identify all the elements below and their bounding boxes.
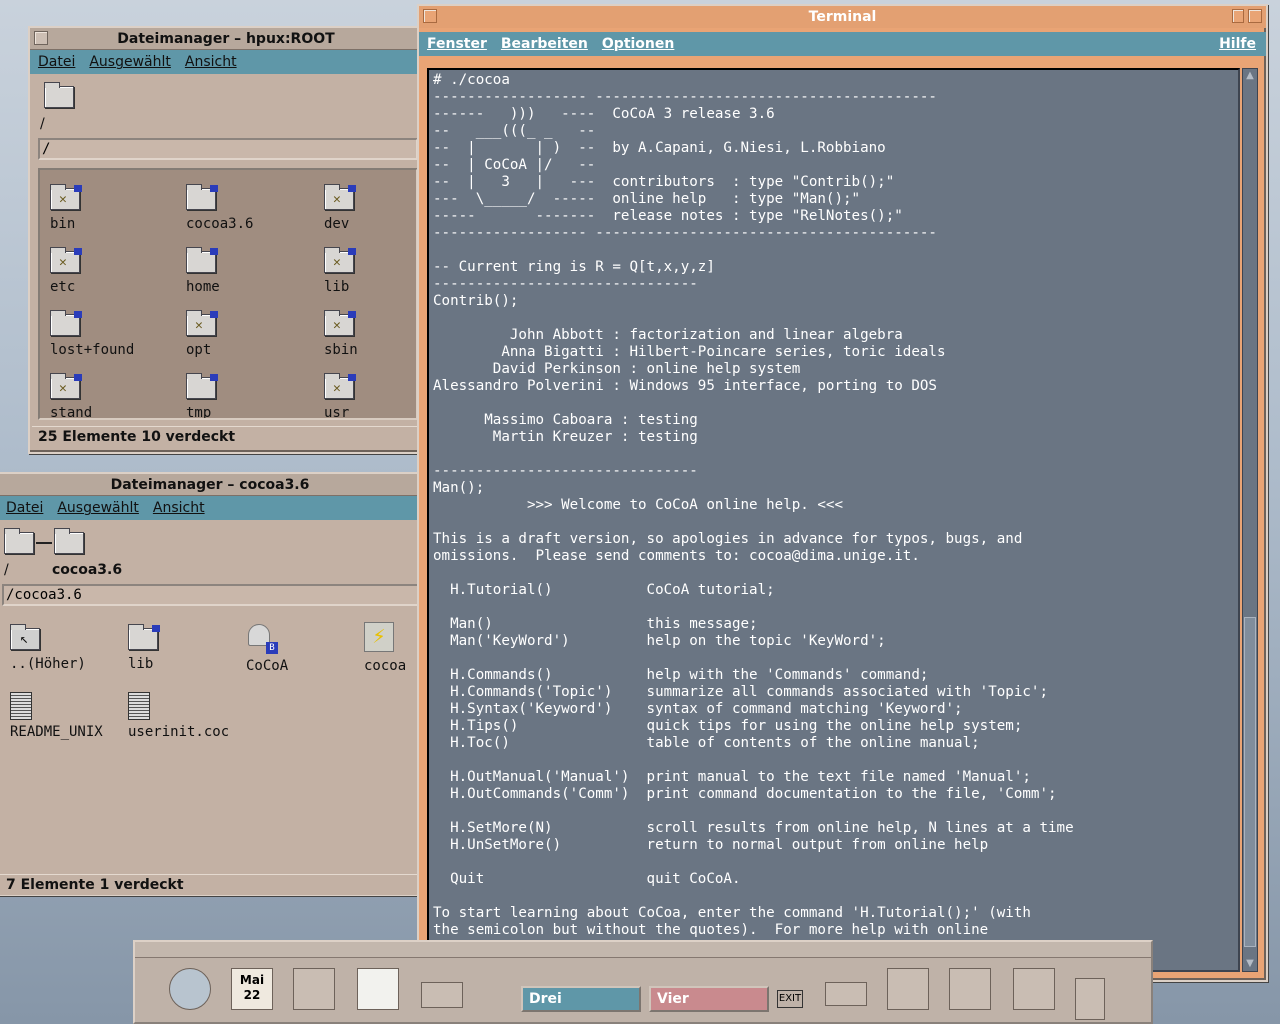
file-item[interactable]: lib (128, 624, 248, 672)
file-item[interactable]: tmp (186, 373, 306, 418)
exit-button[interactable]: EXIT (777, 990, 803, 1008)
menu-optionen[interactable]: Optionen (602, 36, 674, 52)
terminal-output[interactable]: # ./cocoa ------------------ -----------… (427, 68, 1240, 972)
workspace-vier-button[interactable]: Vier (649, 986, 769, 1012)
workspace-drei-button[interactable]: Drei (521, 986, 641, 1012)
menu-fenster[interactable]: Fenster (427, 36, 487, 52)
cocoa-shell-icon: B (246, 624, 278, 654)
printer-icon[interactable] (825, 982, 867, 1006)
crumb-connector (36, 542, 52, 544)
menu-ansicht[interactable]: Ansicht (153, 500, 205, 516)
window-title: Dateimanager – cocoa3.6 (110, 476, 310, 493)
file-item[interactable]: ✕ lib (324, 247, 416, 295)
maximize-button[interactable] (1248, 9, 1262, 23)
file-item[interactable]: ✕ stand (50, 373, 170, 418)
clock-icon[interactable] (169, 968, 211, 1010)
crumb-root-folder-icon[interactable] (4, 528, 34, 560)
trash-icon[interactable] (1075, 978, 1105, 1020)
status-bar: 25 Elemente 10 verdeckt (32, 426, 420, 447)
panel-subpanel-tabs[interactable] (135, 942, 1151, 958)
menu-bearbeiten[interactable]: Bearbeiten (501, 36, 588, 52)
calendar-day: 22 (243, 988, 261, 1002)
calendar-icon[interactable]: Mai 22 (231, 968, 273, 1010)
file-item[interactable]: userinit.coc (128, 692, 248, 740)
menu-hilfe[interactable]: Hilfe (1219, 36, 1256, 52)
status-bar: 7 Elemente 1 verdeckt (0, 874, 420, 895)
file-item[interactable]: ✕ dev (324, 184, 416, 232)
file-grid: ↖ ..(Höher) lib B CoCoA ⚡ cocoa README_UNI… (2, 612, 420, 870)
scroll-down-arrow-icon[interactable]: ▼ (1243, 957, 1257, 971)
fm1-menubar: Datei Ausgewählt Ansicht (30, 50, 422, 74)
text-file-icon (128, 692, 150, 720)
file-item[interactable]: ↖ ..(Höher) (10, 624, 130, 672)
menu-datei[interactable]: Datei (38, 54, 75, 70)
file-item[interactable]: ✕ opt (186, 310, 306, 358)
terminal-menubar: Fenster Bearbeiten Optionen Hilfe (419, 32, 1266, 56)
file-item[interactable]: ✕ bin (50, 184, 170, 232)
file-item[interactable]: cocoa3.6 (186, 184, 306, 232)
window-title: Terminal (808, 9, 877, 25)
file-manager-root-window: Dateimanager – hpux:ROOT Datei Ausgewähl… (28, 26, 424, 454)
window-title: Dateimanager – hpux:ROOT (117, 30, 335, 47)
style-manager-icon[interactable] (887, 968, 929, 1010)
mailer-icon[interactable] (421, 982, 463, 1008)
crumb-dir-label: cocoa3.6 (52, 562, 123, 578)
path-field[interactable]: / (38, 138, 418, 160)
file-item[interactable]: lost+found (50, 310, 170, 358)
file-item[interactable]: ✕ sbin (324, 310, 416, 358)
scroll-thumb[interactable] (1244, 617, 1256, 947)
application-manager-icon[interactable] (949, 968, 991, 1010)
text-file-icon (10, 692, 32, 720)
path-label: / (40, 116, 45, 132)
file-item[interactable]: README_UNIX (10, 692, 130, 740)
root-folder-icon[interactable] (44, 82, 74, 114)
window-menu-button[interactable] (423, 9, 437, 23)
file-item[interactable]: ✕ usr (324, 373, 416, 418)
crumb-root-label: / (4, 562, 9, 578)
fm1-titlebar[interactable]: Dateimanager – hpux:ROOT (30, 28, 422, 50)
terminal-window: Terminal Fenster Bearbeiten Optionen Hil… (417, 4, 1268, 982)
text-editor-icon[interactable] (357, 968, 399, 1010)
file-manager-drawer-icon[interactable] (293, 968, 335, 1010)
fm2-titlebar[interactable]: Dateimanager – cocoa3.6 (0, 474, 422, 496)
file-item[interactable]: home (186, 247, 306, 295)
lightning-executable-icon: ⚡ (364, 622, 394, 652)
minimize-button[interactable] (1232, 9, 1244, 23)
help-manager-icon[interactable] (1013, 968, 1055, 1010)
menu-ansicht[interactable]: Ansicht (185, 54, 237, 70)
menu-ausgewaehlt[interactable]: Ausgewählt (89, 54, 171, 70)
file-manager-cocoa-window: Dateimanager – cocoa3.6 Datei Ausgewählt… (0, 472, 424, 896)
menu-datei[interactable]: Datei (6, 500, 43, 516)
file-item[interactable]: ⚡ cocoa (364, 622, 420, 674)
terminal-scrollbar[interactable]: ▲ ▼ (1242, 68, 1258, 972)
file-item[interactable]: B CoCoA (246, 624, 366, 674)
file-grid: ✕ bin cocoa3.6 ✕ dev ✕ etc home ✕ lib lost+f… (38, 168, 418, 420)
terminal-titlebar[interactable]: Terminal (419, 6, 1266, 28)
front-panel: Mai 22 Drei Vier EXIT (133, 940, 1153, 1024)
file-item[interactable]: ✕ etc (50, 247, 170, 295)
menu-ausgewaehlt[interactable]: Ausgewählt (57, 500, 139, 516)
calendar-month: Mai (239, 973, 265, 987)
window-menu-button[interactable] (34, 31, 48, 45)
path-field[interactable]: /cocoa3.6 (2, 584, 420, 606)
crumb-cocoa-folder-icon[interactable] (54, 528, 84, 560)
scroll-up-arrow-icon[interactable]: ▲ (1243, 69, 1257, 83)
terminal-text: # ./cocoa ------------------ -----------… (433, 72, 1074, 970)
fm2-menubar: Datei Ausgewählt Ansicht (0, 496, 422, 520)
